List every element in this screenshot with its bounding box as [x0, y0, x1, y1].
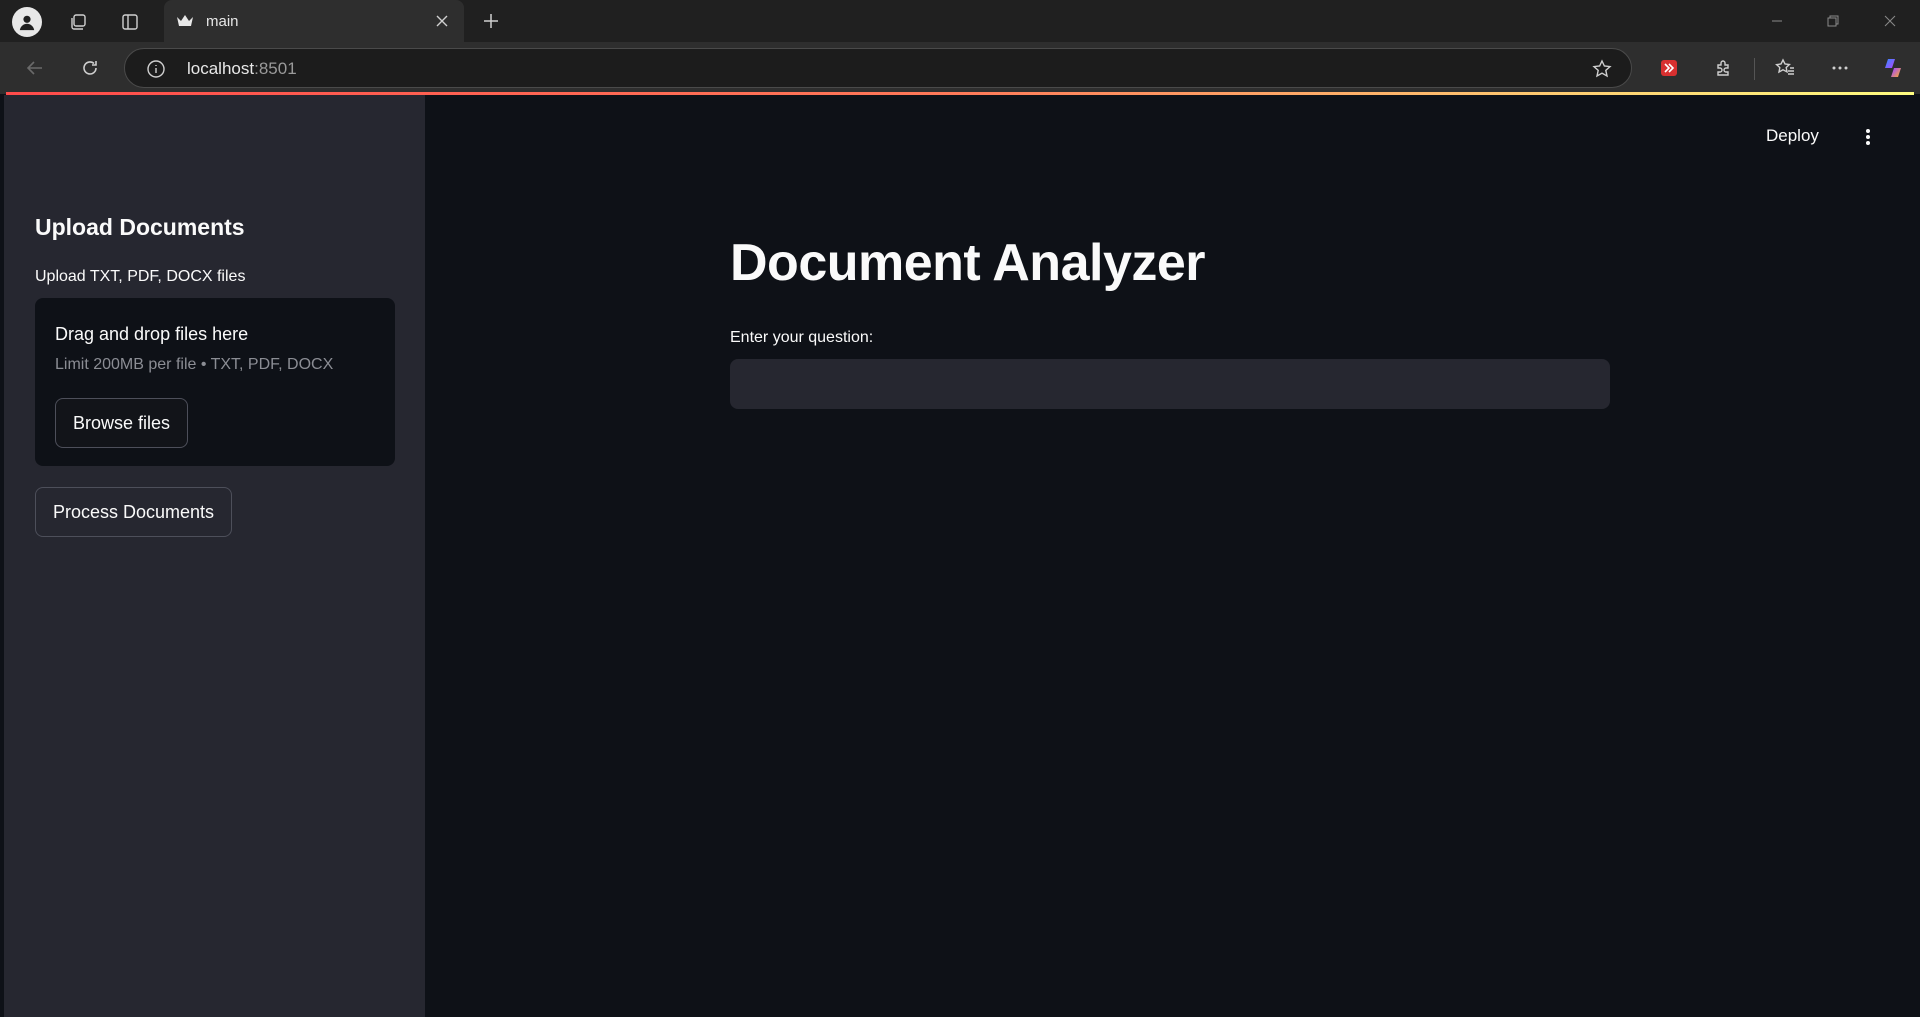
favorite-star-icon[interactable]: [1591, 58, 1613, 80]
restore-icon[interactable]: [1820, 8, 1846, 34]
browser-toolbar: localhost:8501: [0, 42, 1920, 94]
page-title: Document Analyzer: [730, 234, 1206, 292]
question-label: Enter your question:: [730, 329, 874, 346]
dropzone-title: Drag and drop files here: [55, 324, 249, 344]
workspaces-icon[interactable]: [64, 8, 92, 36]
toolbar-divider: [1754, 58, 1755, 80]
app-container: Upload Documents Upload TXT, PDF, DOCX f…: [4, 95, 1916, 1017]
dropzone-limit: Limit 200MB per file • TXT, PDF, DOCX: [55, 356, 334, 373]
tab-title: main: [206, 12, 239, 30]
extension-red-icon[interactable]: [1655, 54, 1683, 82]
tab-actions-icon[interactable]: [116, 8, 144, 36]
sidebar-heading: Upload Documents: [35, 214, 245, 240]
main-menu-icon[interactable]: [1858, 125, 1878, 149]
extensions-puzzle-icon[interactable]: [1710, 54, 1738, 82]
back-icon[interactable]: [21, 54, 49, 82]
deploy-button[interactable]: Deploy: [1766, 126, 1819, 146]
streamlit-crown-icon: [176, 12, 194, 30]
address-bar[interactable]: localhost:8501: [124, 48, 1632, 88]
site-info-icon[interactable]: [145, 58, 167, 80]
sidebar: Upload Documents Upload TXT, PDF, DOCX f…: [4, 95, 425, 1017]
copilot-icon[interactable]: [1879, 54, 1907, 82]
new-tab-icon[interactable]: [478, 8, 504, 34]
favorites-icon[interactable]: [1771, 54, 1799, 82]
close-tab-icon[interactable]: [432, 11, 452, 31]
url-text: localhost:8501: [187, 59, 297, 78]
more-options-icon[interactable]: [1826, 54, 1854, 82]
close-window-icon[interactable]: [1877, 8, 1903, 34]
question-input[interactable]: [730, 359, 1610, 409]
active-tab[interactable]: main: [164, 0, 464, 42]
uploader-label: Upload TXT, PDF, DOCX files: [35, 268, 246, 285]
profile-icon[interactable]: [12, 7, 42, 37]
reload-icon[interactable]: [76, 54, 104, 82]
browse-files-button[interactable]: Browse files: [55, 398, 188, 448]
file-dropzone[interactable]: Drag and drop files here Limit 200MB per…: [35, 298, 395, 466]
browser-tabstrip: main: [0, 0, 1920, 42]
process-documents-button[interactable]: Process Documents: [35, 487, 232, 537]
minimize-icon[interactable]: [1764, 8, 1790, 34]
